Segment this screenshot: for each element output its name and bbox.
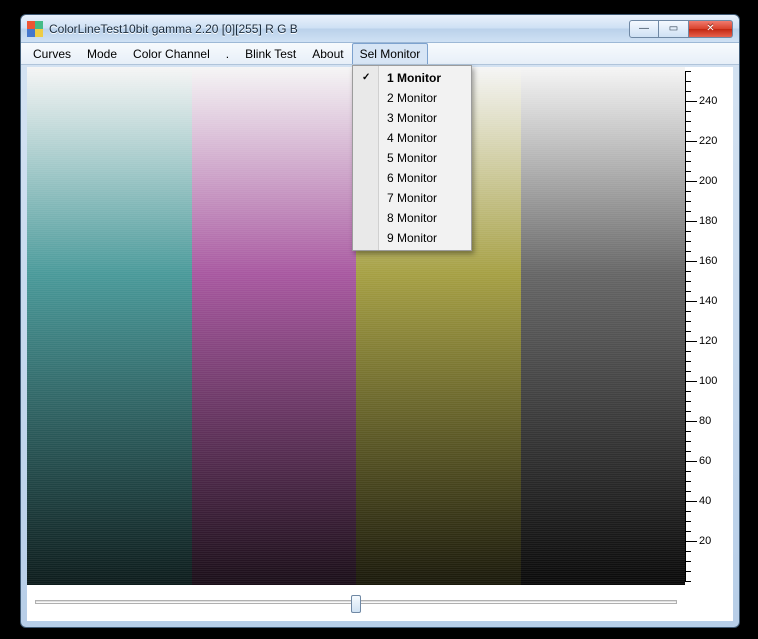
ruler-major-tick (685, 461, 697, 462)
ruler-label: 20 (699, 535, 711, 547)
ruler-label: 180 (699, 215, 717, 227)
ruler-major-tick (685, 301, 697, 302)
ruler-major-tick (685, 221, 697, 222)
monitor-option[interactable]: 2 Monitor (355, 88, 469, 108)
menu-about[interactable]: About (304, 43, 351, 64)
close-button[interactable]: ✕ (689, 20, 733, 38)
monitor-option[interactable]: 5 Monitor (355, 148, 469, 168)
menu-blink-test[interactable]: Blink Test (237, 43, 304, 64)
monitor-option[interactable]: 6 Monitor (355, 168, 469, 188)
monitor-option[interactable]: 9 Monitor (355, 228, 469, 248)
ruler-label: 140 (699, 295, 717, 307)
ruler-label: 200 (699, 175, 717, 187)
gradient-column-gray (521, 67, 686, 585)
gradient-column-cyan (27, 67, 192, 585)
monitor-option-label: 6 Monitor (387, 171, 437, 185)
ruler-major-tick (685, 421, 697, 422)
monitor-option-label: 4 Monitor (387, 131, 437, 145)
maximize-button[interactable]: ▭ (659, 20, 689, 38)
sel-monitor-dropdown: ✓ 1 Monitor 2 Monitor 3 Monitor 4 Monitor 5 M… (352, 65, 472, 251)
monitor-option[interactable]: 8 Monitor (355, 208, 469, 228)
ruler-major-tick (685, 341, 697, 342)
ruler-major-tick (685, 141, 697, 142)
ruler-major-tick (685, 101, 697, 102)
menu-curves[interactable]: Curves (25, 43, 79, 64)
gradient-column-magenta (192, 67, 357, 585)
slider-thumb[interactable] (351, 595, 361, 613)
menu--[interactable]: . (218, 43, 237, 64)
minimize-button[interactable]: — (629, 20, 659, 38)
monitor-option-label: 2 Monitor (387, 91, 437, 105)
ruler-label: 100 (699, 375, 717, 387)
ruler-label: 120 (699, 335, 717, 347)
monitor-option[interactable]: 4 Monitor (355, 128, 469, 148)
ruler-label: 80 (699, 415, 711, 427)
minimize-icon: — (639, 23, 649, 34)
ruler-major-tick (685, 181, 697, 182)
ruler-major-tick (685, 261, 697, 262)
titlebar[interactable]: ColorLineTest10bit gamma 2.20 [0][255] R… (21, 15, 739, 43)
menu-color-channel[interactable]: Color Channel (125, 43, 218, 64)
close-icon: ✕ (706, 23, 714, 34)
maximize-icon: ▭ (669, 23, 678, 34)
app-window: ColorLineTest10bit gamma 2.20 [0][255] R… (20, 14, 740, 628)
menu-sel-monitor[interactable]: Sel Monitor (352, 43, 429, 64)
monitor-option[interactable]: 3 Monitor (355, 108, 469, 128)
ruler-label: 220 (699, 135, 717, 147)
app-icon (27, 21, 43, 37)
monitor-option[interactable]: ✓ 1 Monitor (355, 68, 469, 88)
ruler-label: 40 (699, 495, 711, 507)
window-title: ColorLineTest10bit gamma 2.20 [0][255] R… (49, 22, 298, 36)
monitor-option-label: 7 Monitor (387, 191, 437, 205)
ruler-label: 160 (699, 255, 717, 267)
ruler-label: 60 (699, 455, 711, 467)
monitor-option-label: 5 Monitor (387, 151, 437, 165)
ruler-major-tick (685, 501, 697, 502)
ruler-major-tick (685, 381, 697, 382)
check-icon: ✓ (362, 72, 370, 83)
value-ruler: 240 220 200 180 160 140 120 100 80 60 40 20 (685, 67, 733, 585)
horizontal-slider[interactable] (35, 593, 677, 611)
ruler-major-tick (685, 541, 697, 542)
menubar: CurvesModeColor Channel.Blink TestAboutS… (21, 43, 739, 65)
ruler-label: 240 (699, 95, 717, 107)
monitor-option-label: 3 Monitor (387, 111, 437, 125)
monitor-option-label: 1 Monitor (387, 71, 441, 85)
menu-mode[interactable]: Mode (79, 43, 125, 64)
monitor-option[interactable]: 7 Monitor (355, 188, 469, 208)
monitor-option-label: 9 Monitor (387, 231, 437, 245)
monitor-option-label: 8 Monitor (387, 211, 437, 225)
